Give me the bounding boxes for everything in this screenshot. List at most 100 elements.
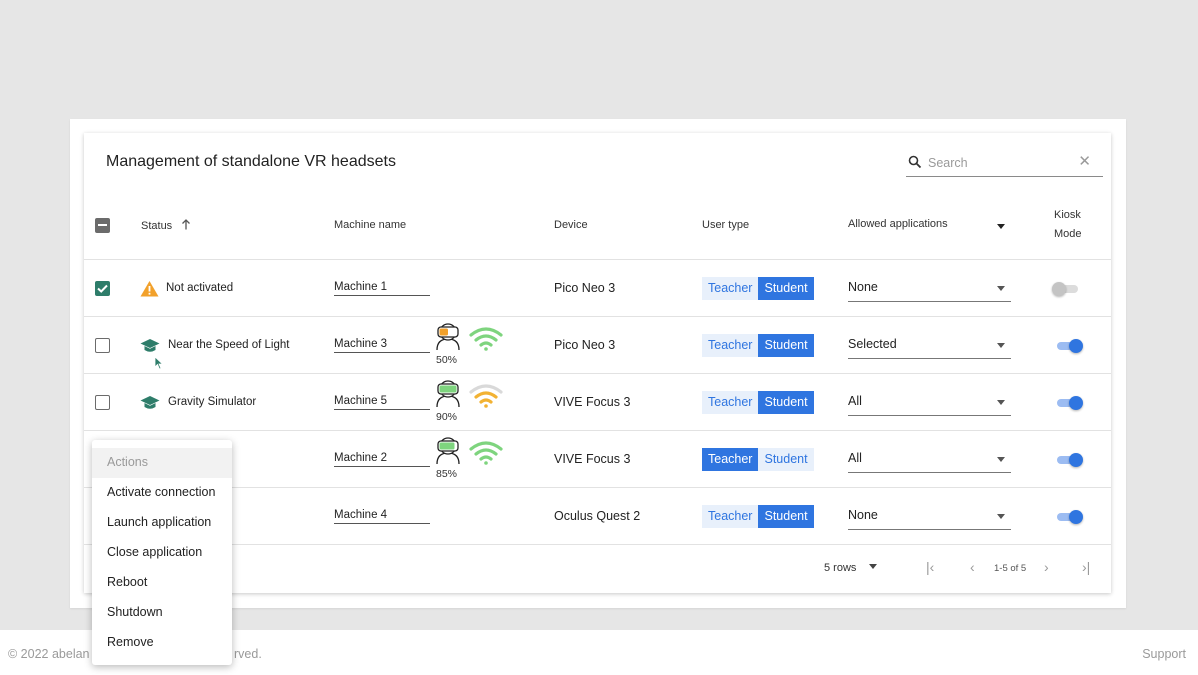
column-header-status-label: Status: [141, 220, 173, 232]
battery-level: 50%: [436, 354, 458, 366]
row-checkbox[interactable]: [95, 281, 110, 296]
chevron-down-icon: [997, 514, 1005, 519]
status-text: Gravity Simulator: [168, 396, 257, 408]
vr-headset-battery-icon: [436, 437, 460, 465]
next-page-icon[interactable]: ›: [1044, 559, 1049, 575]
chevron-down-icon: [997, 343, 1005, 348]
menu-item-close-application[interactable]: Close application: [107, 545, 202, 559]
device-name: Oculus Quest 2: [554, 509, 641, 523]
user-type-teacher[interactable]: Teacher: [702, 277, 759, 300]
column-header-machine[interactable]: Machine name: [334, 219, 406, 231]
device-name: Pico Neo 3: [554, 281, 616, 295]
sort-ascending-icon[interactable]: [181, 219, 191, 230]
column-header-kiosk-2: Mode: [1054, 228, 1082, 240]
machine-name-field[interactable]: Machine 2: [334, 452, 430, 467]
apps-filter-caret-icon[interactable]: [997, 224, 1005, 229]
last-page-icon[interactable]: ›|: [1082, 559, 1090, 575]
allowed-apps-value: All: [848, 394, 862, 408]
table-row[interactable]: Near the Speed of Light Machine 3 50% Pi…: [84, 317, 1111, 374]
first-page-icon[interactable]: |‹: [926, 559, 934, 575]
user-type-toggle[interactable]: Teacher Student: [702, 391, 814, 414]
divider: [84, 544, 1111, 545]
user-type-teacher[interactable]: Teacher: [702, 334, 759, 357]
user-type-student[interactable]: Student: [758, 505, 814, 528]
allowed-apps-value: None: [848, 280, 878, 294]
graduation-cap-icon: [140, 396, 160, 409]
column-header-apps[interactable]: Allowed applications: [848, 218, 948, 230]
vr-headset-battery-icon: [436, 380, 460, 408]
chevron-down-icon: [997, 400, 1005, 405]
kiosk-mode-toggle[interactable]: [1055, 339, 1083, 353]
chevron-down-icon: [869, 564, 878, 569]
kiosk-mode-toggle[interactable]: [1055, 453, 1083, 467]
machine-name-field[interactable]: Machine 5: [334, 395, 430, 410]
kiosk-mode-toggle[interactable]: [1055, 510, 1083, 524]
table-row[interactable]: Machine 4 Oculus Quest 2 Teacher Student…: [84, 488, 1111, 545]
chevron-down-icon: [997, 457, 1005, 462]
user-type-toggle[interactable]: Teacher Student: [702, 448, 814, 471]
clear-search-icon[interactable]: ✕: [1078, 154, 1091, 169]
machine-name-field[interactable]: Machine 1: [334, 281, 430, 296]
user-type-toggle[interactable]: Teacher Student: [702, 505, 814, 528]
row-checkbox[interactable]: [95, 395, 110, 410]
table-row[interactable]: Not activated Machine 1 Pico Neo 3 Teach…: [84, 260, 1111, 317]
row-checkbox[interactable]: [95, 338, 110, 353]
machine-name-field[interactable]: Machine 3: [334, 338, 430, 353]
user-type-student[interactable]: Student: [758, 448, 814, 471]
warning-icon: [140, 281, 159, 297]
menu-item-activate-connection[interactable]: Activate connection: [107, 485, 215, 499]
allowed-apps-select[interactable]: None: [848, 276, 1011, 302]
allowed-apps-select[interactable]: All: [848, 390, 1011, 416]
rows-per-page-select[interactable]: 5 rows: [824, 562, 878, 574]
user-type-toggle[interactable]: Teacher Student: [702, 277, 814, 300]
kiosk-mode-toggle[interactable]: [1055, 396, 1083, 410]
allowed-apps-select[interactable]: Selected: [848, 333, 1011, 359]
device-name: Pico Neo 3: [554, 338, 616, 352]
menu-item-remove[interactable]: Remove: [107, 635, 154, 649]
copyright-tail: rved.: [234, 647, 262, 661]
user-type-teacher[interactable]: Teacher: [702, 505, 759, 528]
status-text: Near the Speed of Light: [168, 339, 290, 351]
vr-headset-battery-icon: [436, 323, 460, 351]
column-header-kiosk[interactable]: Kiosk: [1054, 209, 1081, 221]
wifi-icon: [469, 441, 503, 465]
column-header-user-type[interactable]: User type: [702, 219, 749, 231]
user-type-student[interactable]: Student: [758, 277, 814, 300]
search-icon: [908, 155, 922, 169]
previous-page-icon[interactable]: ‹: [970, 559, 975, 575]
kiosk-mode-toggle[interactable]: [1052, 282, 1080, 296]
rows-per-page-value: 5 rows: [824, 562, 857, 574]
support-link[interactable]: Support: [1142, 647, 1186, 661]
search-input[interactable]: [928, 153, 1078, 173]
wifi-icon: [469, 327, 503, 351]
actions-menu-title: Actions: [107, 455, 148, 469]
search-box[interactable]: ✕: [906, 151, 1103, 177]
allowed-apps-select[interactable]: None: [848, 504, 1011, 530]
user-type-toggle[interactable]: Teacher Student: [702, 334, 814, 357]
menu-item-reboot[interactable]: Reboot: [107, 575, 147, 589]
menu-item-shutdown[interactable]: Shutdown: [107, 605, 163, 619]
wifi-weak-icon: [469, 384, 503, 408]
select-all-checkbox[interactable]: [95, 218, 110, 233]
allowed-apps-value: None: [848, 508, 878, 522]
check-icon: [97, 284, 108, 293]
table-row[interactable]: Gravity Simulator Machine 5 90% VIVE Foc…: [84, 374, 1111, 431]
user-type-student[interactable]: Student: [758, 391, 814, 414]
device-name: VIVE Focus 3: [554, 452, 631, 466]
battery-level: 85%: [436, 468, 458, 480]
column-header-device[interactable]: Device: [554, 219, 588, 231]
column-header-status[interactable]: Status: [141, 219, 191, 232]
machine-name-field[interactable]: Machine 4: [334, 509, 430, 524]
graduation-cap-icon: [140, 339, 160, 352]
allowed-apps-value: All: [848, 451, 862, 465]
pagination-range: 1-5 of 5: [994, 563, 1027, 574]
table-row[interactable]: Machine 2 85% VIVE Focus 3 Teacher Stude…: [84, 431, 1111, 488]
allowed-apps-select[interactable]: All: [848, 447, 1011, 473]
user-type-student[interactable]: Student: [758, 334, 814, 357]
user-type-teacher[interactable]: Teacher: [702, 391, 759, 414]
actions-menu: Actions Activate connection Launch appli…: [92, 440, 232, 665]
user-type-teacher[interactable]: Teacher: [702, 448, 759, 471]
allowed-apps-value: Selected: [848, 337, 897, 351]
menu-item-launch-application[interactable]: Launch application: [107, 515, 211, 529]
battery-level: 90%: [436, 411, 458, 423]
